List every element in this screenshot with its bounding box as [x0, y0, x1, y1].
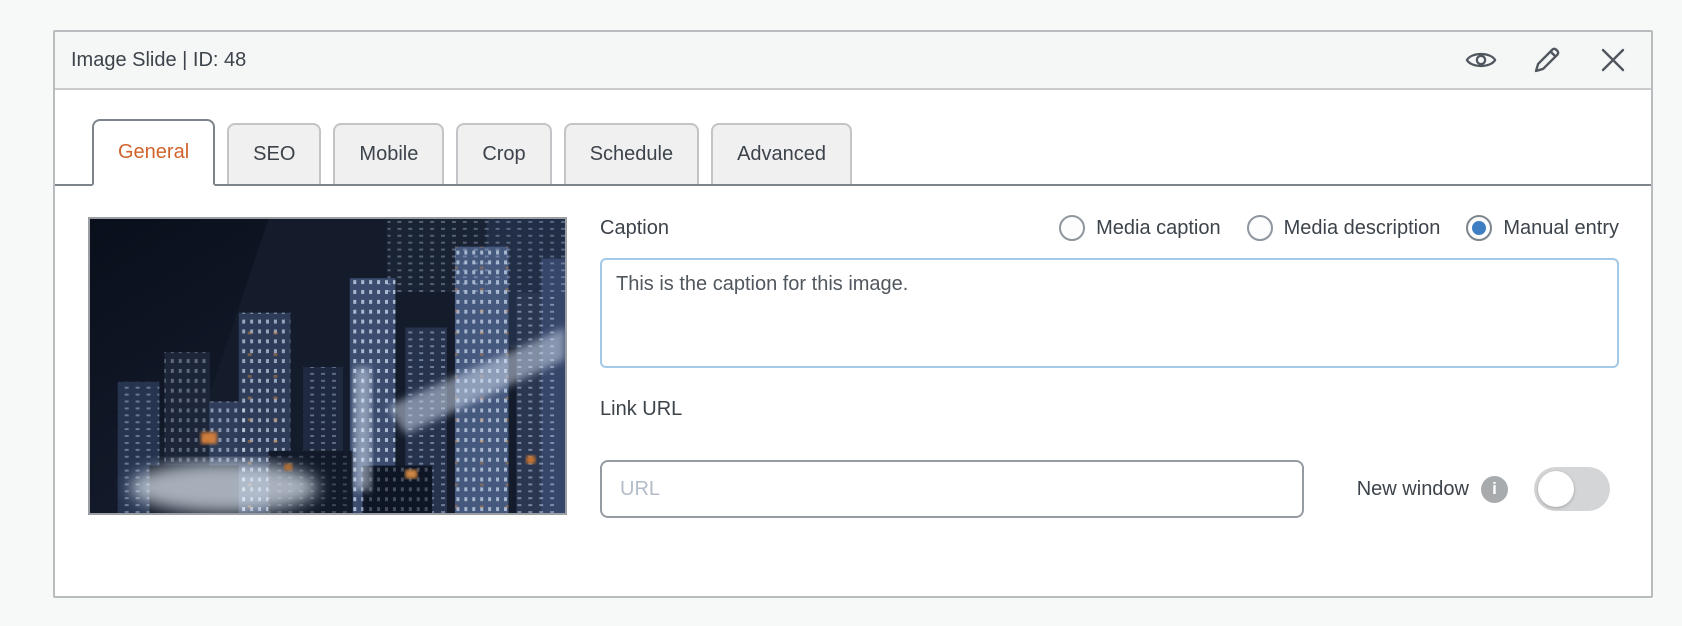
- toggle-knob-icon: [1538, 471, 1574, 507]
- radio-circle-icon: [1246, 215, 1273, 241]
- slide-thumbnail[interactable]: [88, 217, 567, 515]
- tab-bar: General SEO Mobile Crop Schedule Advance…: [55, 116, 1651, 186]
- close-icon[interactable]: [1597, 44, 1629, 76]
- caption-textarea[interactable]: This is the caption for this image.: [600, 258, 1619, 368]
- caption-label: Caption: [600, 216, 669, 239]
- preview-eye-icon[interactable]: [1465, 44, 1497, 76]
- tab-schedule[interactable]: Schedule: [563, 123, 700, 184]
- radio-media-caption[interactable]: Media caption: [1059, 215, 1221, 241]
- panel-header: Image Slide | ID: 48: [55, 32, 1651, 90]
- tab-advanced[interactable]: Advanced: [711, 123, 853, 184]
- city-night-image: [90, 219, 565, 513]
- radio-circle-icon: [1059, 215, 1086, 241]
- radio-circle-icon: [1466, 215, 1493, 241]
- link-url-input[interactable]: [600, 460, 1304, 518]
- tab-general[interactable]: General: [92, 119, 216, 186]
- radio-manual-entry[interactable]: Manual entry: [1466, 215, 1619, 241]
- new-window-group: New window i: [1357, 467, 1610, 511]
- radio-media-description[interactable]: Media description: [1246, 215, 1440, 241]
- header-icon-group: [1465, 44, 1629, 76]
- new-window-toggle[interactable]: [1534, 467, 1610, 511]
- caption-source-radio-group: Media caption Media description Manual e…: [1059, 215, 1619, 241]
- info-icon[interactable]: i: [1481, 475, 1508, 503]
- edit-pencil-icon[interactable]: [1531, 44, 1563, 76]
- general-tab-content: Caption Media caption Media description …: [600, 204, 1619, 518]
- tab-seo[interactable]: SEO: [227, 123, 322, 184]
- tab-mobile[interactable]: Mobile: [333, 123, 445, 184]
- image-slide-panel: Image Slide | ID: 48 General SEO Mobile …: [53, 30, 1653, 598]
- new-window-label: New window: [1356, 477, 1469, 500]
- panel-title: Image Slide | ID: 48: [71, 48, 247, 71]
- link-url-label: Link URL: [600, 398, 683, 420]
- tab-crop[interactable]: Crop: [456, 123, 552, 184]
